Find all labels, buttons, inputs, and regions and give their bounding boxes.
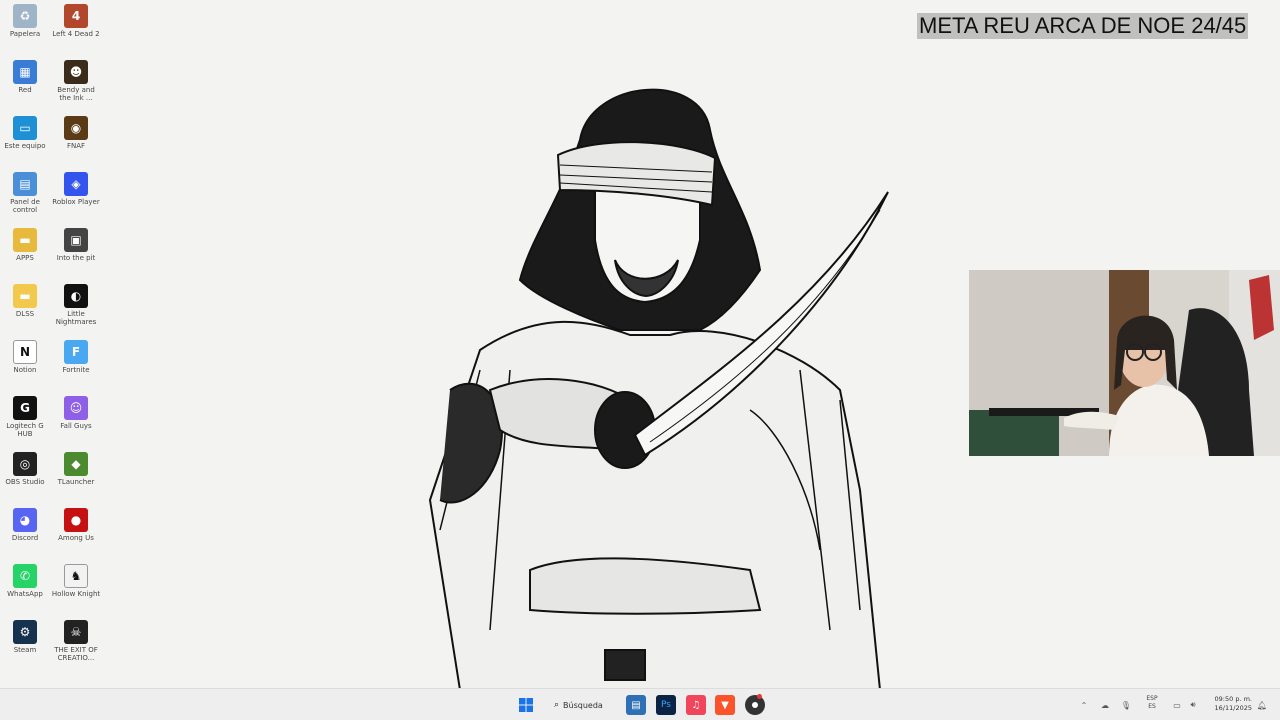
desktop-shortcut-label: FNAF (66, 142, 86, 150)
desktop-shortcut[interactable]: F Fortnite (51, 340, 101, 396)
fortnite-icon: F (64, 340, 88, 364)
tlauncher-icon: ◆ (64, 452, 88, 476)
desktop-shortcut[interactable]: ▬ DLSS (0, 284, 50, 340)
desktop-shortcut-label: Red (18, 86, 32, 94)
desktop-shortcut[interactable]: ◈ Roblox Player (51, 172, 101, 228)
search-icon: ⌕ (554, 700, 560, 710)
network-icon: ▦ (13, 60, 37, 84)
desktop-shortcut-label: Notion (13, 366, 37, 374)
clock-date: 16/11/2025 (1214, 704, 1252, 712)
network-icon[interactable]: ▭ (1170, 698, 1184, 712)
itunes-icon[interactable]: ♫ (686, 695, 706, 715)
desktop-shortcut[interactable]: ▬ APPS (0, 228, 50, 284)
desktop-shortcut-label: Discord (11, 534, 39, 542)
folder-icon: ▬ (13, 284, 37, 308)
recycle-bin-icon: ♻ (13, 4, 37, 28)
among-us-icon: ● (64, 508, 88, 532)
folder-icon: ▬ (13, 228, 37, 252)
desktop-shortcut-label: Hollow Knight (51, 590, 101, 598)
chevron-up-icon[interactable]: ⌃ (1077, 698, 1091, 712)
desktop-shortcut-label: Roblox Player (52, 198, 100, 206)
brave-icon[interactable]: ▼ (715, 695, 735, 715)
obs-icon: ◎ (13, 452, 37, 476)
control-panel-icon: ▤ (13, 172, 37, 196)
desktop-shortcut[interactable]: ◕ Discord (0, 508, 50, 564)
clock-time: 09:50 p. m. (1214, 695, 1252, 703)
windows-start-icon[interactable] (516, 695, 536, 715)
onedrive-icon[interactable]: ☁ (1098, 698, 1112, 712)
into-the-pit-icon: ▣ (64, 228, 88, 252)
desktop-shortcut[interactable]: ▤ Panel de control (0, 172, 50, 228)
notification-dot (757, 694, 762, 699)
desktop-shortcut-label: Fortnite (62, 366, 90, 374)
webcam-feed (969, 270, 1280, 456)
desktop-shortcut[interactable]: 4 Left 4 Dead 2 (51, 4, 101, 60)
desktop-shortcut-label: Panel de control (10, 198, 40, 214)
desktop-shortcut[interactable]: ◎ OBS Studio (0, 452, 50, 508)
desktop-shortcut-label: Steam (13, 646, 37, 654)
file-explorer-icon[interactable]: ▤ (626, 695, 646, 715)
desktop-shortcut[interactable]: ◐ Little Nightmares (51, 284, 101, 340)
left4dead-icon: 4 (64, 4, 88, 28)
desktop-shortcut-label: Logitech G HUB (6, 422, 44, 438)
desktop-shortcut[interactable]: ▦ Red (0, 60, 50, 116)
wallpaper-samurai-sketch (428, 88, 889, 690)
steam-icon: ⚙ (13, 620, 37, 644)
hollow-knight-icon: ♞ (64, 564, 88, 588)
desktop-shortcut[interactable]: ◉ FNAF (51, 116, 101, 172)
desktop-shortcut-label: Bendy and the Ink ... (57, 86, 95, 102)
whatsapp-icon: ✆ (13, 564, 37, 588)
stream-overlay-title: META REU ARCA DE NOE 24/45 (917, 13, 1249, 39)
little-nightmares-icon: ◐ (64, 284, 88, 308)
desktop-shortcut[interactable]: G Logitech G HUB (0, 396, 50, 452)
discord-icon: ◕ (13, 508, 37, 532)
fnaf-icon: ◉ (64, 116, 88, 140)
volume-icon[interactable]: 🔊︎ (1186, 698, 1200, 712)
game-icon: ☠ (64, 620, 88, 644)
desktop-shortcut[interactable]: ● Among Us (51, 508, 101, 564)
desktop-shortcut-label: Fall Guys (60, 422, 92, 430)
desktop-shortcut-label: Left 4 Dead 2 (52, 30, 100, 38)
desktop-shortcut[interactable]: ✆ WhatsApp (0, 564, 50, 620)
notification-bell-icon[interactable]: 🔔︎ (1255, 698, 1269, 712)
desktop-shortcut-label: WhatsApp (7, 590, 43, 598)
desktop-shortcut[interactable]: ▣ Into the pit (51, 228, 101, 284)
logitech-icon: G (13, 396, 37, 420)
taskbar-search[interactable]: ⌕ Búsqueda (548, 696, 620, 714)
desktop-shortcut[interactable]: ♞ Hollow Knight (51, 564, 101, 620)
desktop-shortcut[interactable]: ☠ THE EXIT OF CREATIO... (51, 620, 101, 676)
desktop-shortcut[interactable]: ◆ TLauncher (51, 452, 101, 508)
desktop-shortcut[interactable]: N Notion (0, 340, 50, 396)
chrome-icon[interactable] (745, 695, 765, 715)
desktop-shortcut[interactable]: ⚙ Steam (0, 620, 50, 676)
notion-icon: N (13, 340, 37, 364)
desktop-shortcut-label: Papelera (9, 30, 41, 38)
taskbar: ⌕ Búsqueda ▤ Ps ♫ ▼ ⌃ ☁ 🎙︎ ESP ES ▭ 🔊︎ 0… (0, 688, 1280, 720)
language-indicator[interactable]: ESP ES (1144, 695, 1160, 711)
desktop-shortcut[interactable]: ▭ Este equipo (0, 116, 50, 172)
bendy-icon: ☻ (64, 60, 88, 84)
photoshop-icon[interactable]: Ps (656, 695, 676, 715)
search-label: Búsqueda (563, 700, 603, 710)
desktop-shortcut-label: THE EXIT OF CREATIO... (54, 646, 98, 662)
desktop-shortcut-label: OBS Studio (5, 478, 45, 486)
system-clock[interactable]: 09:50 p. m. 16/11/2025 (1204, 695, 1252, 713)
desktop-shortcut-label: TLauncher (57, 478, 95, 486)
roblox-icon: ◈ (64, 172, 88, 196)
desktop-shortcut-label: Little Nightmares (55, 310, 97, 326)
desktop-shortcut-label: DLSS (15, 310, 35, 318)
desktop-shortcut[interactable]: ☻ Bendy and the Ink ... (51, 60, 101, 116)
desktop-shortcut-label: APPS (16, 254, 34, 262)
fall-guys-icon: ☺ (64, 396, 88, 420)
microphone-icon[interactable]: 🎙︎ (1119, 698, 1133, 712)
desktop-shortcut[interactable]: ♻ Papelera (0, 4, 50, 60)
computer-icon: ▭ (13, 116, 37, 140)
desktop-shortcut-label: Among Us (58, 534, 94, 542)
desktop-shortcut-label: Into the pit (56, 254, 96, 262)
desktop-shortcut[interactable]: ☺ Fall Guys (51, 396, 101, 452)
desktop-shortcut-label: Este equipo (4, 142, 46, 150)
